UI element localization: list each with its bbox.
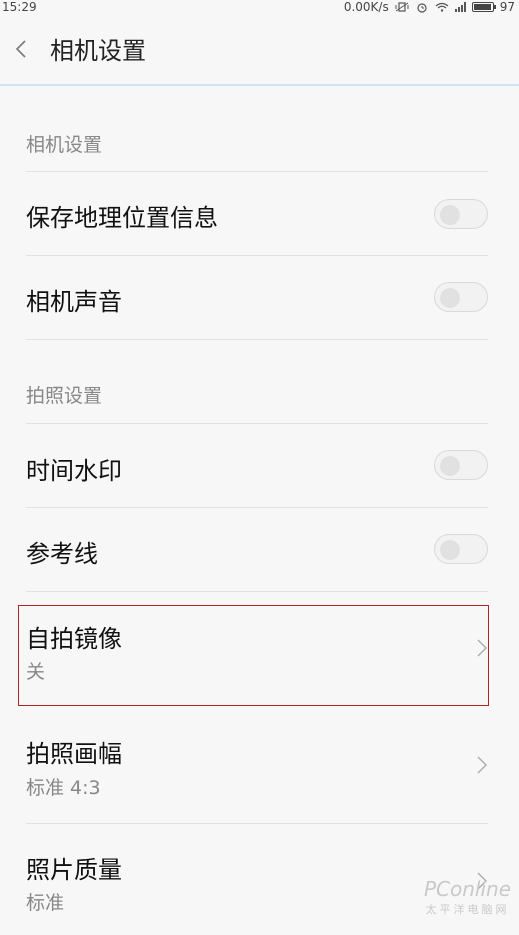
- vibrate-icon: [395, 2, 409, 12]
- setting-save-location[interactable]: 保存地理位置信息: [0, 172, 519, 255]
- camera-sound-toggle[interactable]: [434, 282, 488, 312]
- setting-label: 保存地理位置信息: [26, 204, 218, 232]
- network-speed: 0.00K/s: [343, 0, 389, 14]
- status-bar: 15:29 0.00K/s 97: [0, 0, 519, 14]
- toggle-knob: [440, 456, 460, 476]
- title-bar: 相机设置: [0, 14, 519, 86]
- chevron-right-icon: [476, 754, 488, 776]
- back-button[interactable]: [14, 36, 36, 62]
- watermark-brand: PConline: [423, 877, 511, 901]
- wifi-icon: [435, 2, 449, 12]
- setting-label: 参考线: [26, 540, 98, 568]
- divider: [26, 339, 488, 340]
- section-title-camera: 相机设置: [26, 134, 103, 156]
- chevron-left-icon: [14, 36, 36, 62]
- watermark-logo: PConline 太平洋电脑网: [424, 877, 511, 917]
- signal-icon: [454, 2, 466, 12]
- watermark-tagline: 太平洋电脑网: [425, 903, 510, 916]
- time-watermark-toggle[interactable]: [434, 450, 488, 480]
- page-title: 相机设置: [50, 37, 146, 65]
- setting-label: 照片质量: [26, 856, 122, 884]
- chevron-right-icon: [476, 637, 488, 659]
- divider: [26, 591, 488, 592]
- setting-label: 相机声音: [26, 288, 122, 316]
- setting-time-watermark[interactable]: 时间水印: [0, 424, 519, 507]
- grid-lines-toggle[interactable]: [434, 534, 488, 564]
- setting-camera-sound[interactable]: 相机声音: [0, 256, 519, 339]
- alarm-icon: [415, 2, 429, 13]
- toggle-knob: [440, 540, 460, 560]
- toggle-knob: [440, 205, 460, 225]
- setting-value: 关: [26, 661, 46, 683]
- setting-label: 时间水印: [26, 457, 122, 485]
- setting-label: 拍照画幅: [26, 740, 122, 768]
- toggle-knob: [440, 288, 460, 308]
- status-icons: 0.00K/s 97: [344, 0, 515, 14]
- battery-icon: [471, 2, 496, 12]
- setting-photo-aspect[interactable]: 拍照画幅 标准 4:3: [0, 716, 519, 823]
- setting-selfie-mirror[interactable]: 自拍镜像 关: [0, 605, 519, 706]
- setting-value: 标准: [26, 892, 65, 914]
- setting-label: 自拍镜像: [26, 625, 122, 653]
- setting-grid-lines[interactable]: 参考线: [0, 508, 519, 591]
- save-location-toggle[interactable]: [434, 199, 488, 229]
- section-title-photo: 拍照设置: [26, 385, 103, 407]
- status-time: 15:29: [2, 0, 37, 14]
- setting-value: 标准 4:3: [26, 777, 101, 799]
- battery-level: 97: [499, 0, 515, 14]
